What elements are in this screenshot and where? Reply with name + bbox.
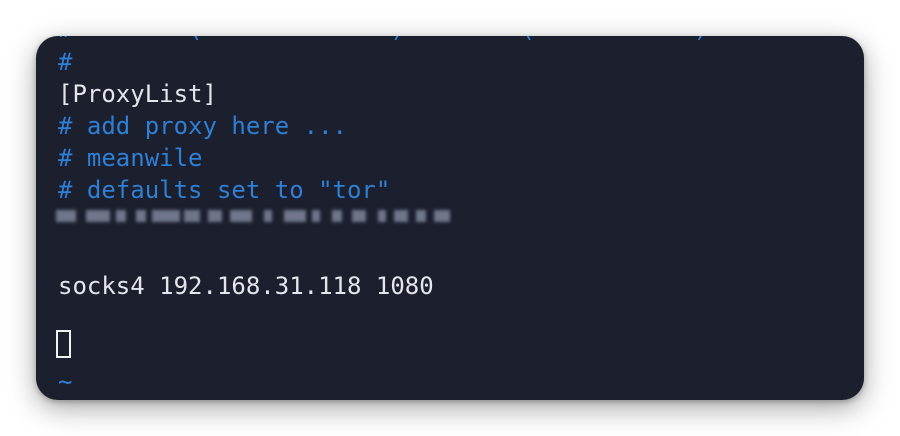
text-cursor[interactable] (56, 330, 71, 358)
cutoff-comment-line: # ( ) ( ) (58, 36, 818, 44)
comment-hash-line: # (58, 48, 73, 76)
redacted-line (56, 208, 476, 226)
comment-meanwile: # meanwile (58, 144, 203, 172)
empty-line-tilde: ~ (58, 368, 73, 396)
comment-add-proxy: # add proxy here ... (58, 112, 347, 140)
terminal-window: # ( ) ( ) # [ProxyList] # add proxy here… (36, 36, 864, 400)
comment-defaults-tor: # defaults set to "tor" (58, 176, 391, 204)
socks4-proxy-entry: socks4 192.168.31.118 1080 (58, 272, 434, 300)
proxylist-section-header: [ProxyList] (58, 80, 217, 108)
